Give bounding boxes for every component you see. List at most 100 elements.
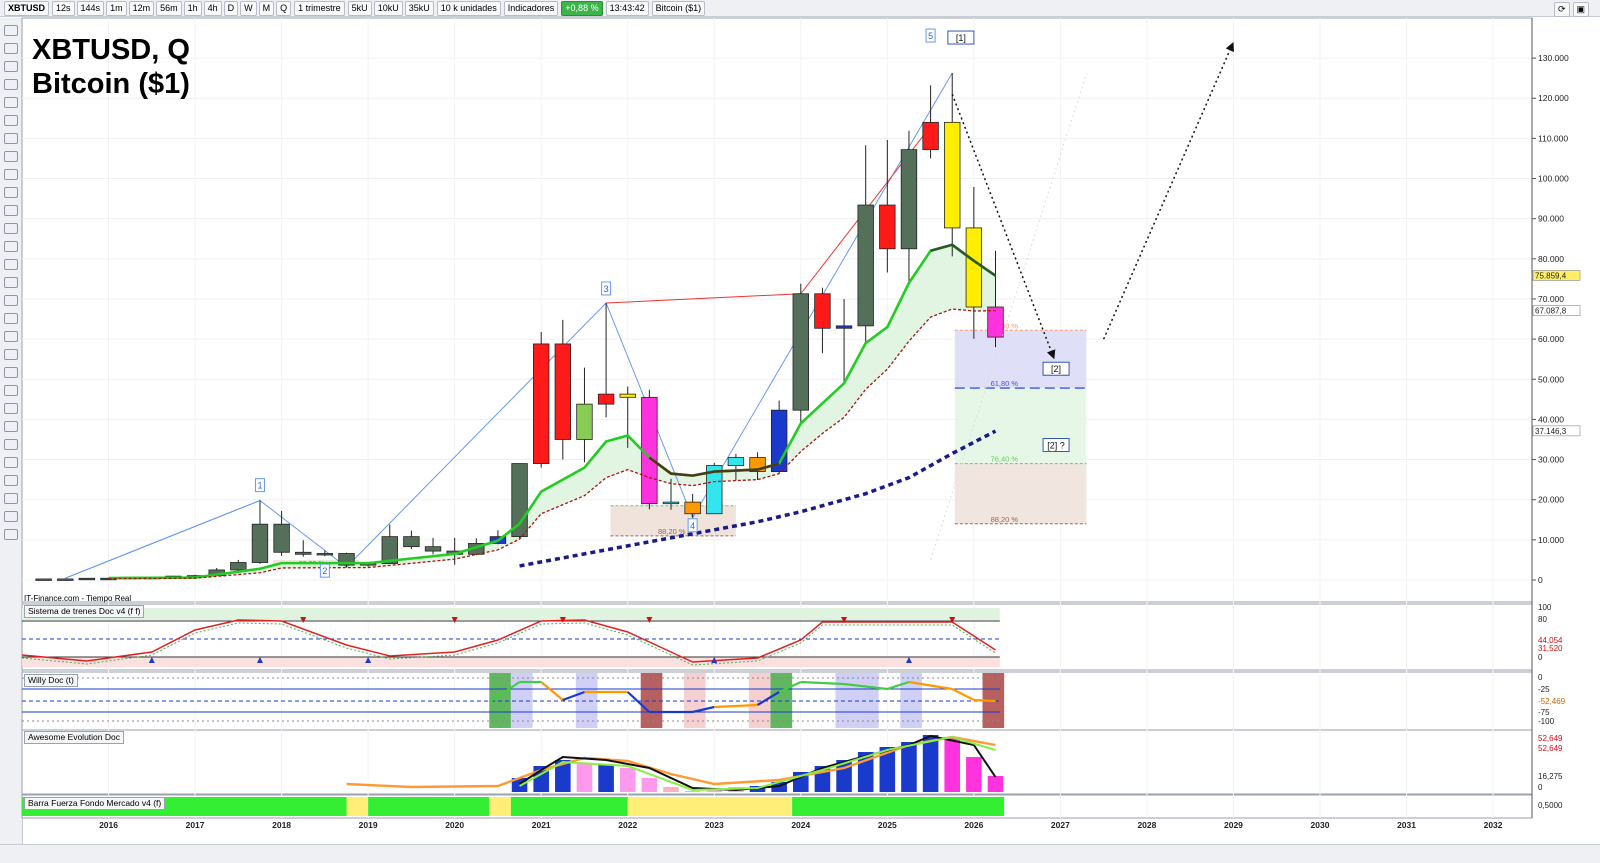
y-tick-label: 120.000 — [1538, 93, 1569, 103]
candle-body — [879, 204, 896, 250]
awesome-histogram-bar — [598, 765, 614, 792]
wave-label-text: [2] — [1051, 364, 1061, 374]
wave-label-text: 4 — [690, 521, 695, 531]
candle-body — [814, 293, 831, 329]
willy-level-label: -75 — [1538, 708, 1550, 717]
fib-level-label: 88,20 % — [991, 515, 1019, 524]
y-tick-label: 110.000 — [1538, 133, 1568, 143]
barra-level-label: 0,5000 — [1538, 801, 1563, 810]
pane-title-willy[interactable]: Willy Doc (t) — [24, 674, 78, 687]
willy-level-label: -100 — [1538, 717, 1555, 726]
candle-body — [662, 501, 680, 505]
y-tick-label: 60.000 — [1538, 334, 1564, 344]
fib-zone — [954, 388, 1087, 464]
y-tick-label: 70.000 — [1538, 294, 1564, 304]
x-tick-label: 2018 — [272, 820, 291, 830]
pane-title-trends[interactable]: Sistema de trenes Doc v4 (f f) — [24, 605, 145, 618]
x-tick-label: 2028 — [1137, 820, 1156, 830]
barra-segment-bottom — [627, 807, 793, 816]
candle-body — [251, 523, 269, 563]
y-tick-label: 50.000 — [1538, 374, 1564, 384]
x-tick-label: 2021 — [532, 820, 551, 830]
candle-body — [424, 546, 442, 552]
awesome-histogram-bar — [619, 768, 636, 792]
candle-body — [597, 393, 615, 405]
barra-segment-bottom — [510, 807, 628, 816]
barra-segment-bottom — [368, 807, 490, 816]
price-tag-label: 67.087,8 — [1535, 307, 1567, 316]
candle-body — [944, 121, 961, 229]
awesome-level-label: 52,649 — [1538, 744, 1563, 753]
pane-title-awesome[interactable]: Awesome Evolution Doc — [24, 731, 124, 744]
pane-title-barra[interactable]: Barra Fuerza Fondo Mercado v4 (f) — [24, 797, 166, 810]
candle-body — [316, 553, 334, 556]
wave-label-text: 3 — [604, 284, 609, 294]
trends-level-label: 80 — [1538, 615, 1547, 624]
trends-high-zone — [22, 608, 1000, 620]
y-tick-label: 90.000 — [1538, 214, 1564, 224]
bottom-status-bar — [0, 844, 1600, 863]
x-tick-label: 2031 — [1397, 820, 1416, 830]
x-tick-label: 2025 — [878, 820, 897, 830]
awesome-level-label: 16,275 — [1538, 772, 1563, 781]
willy-signal-band — [575, 673, 598, 728]
chart-title: XBTUSD, Q Bitcoin ($1) — [32, 33, 190, 101]
y-tick-label: 130.000 — [1538, 53, 1569, 63]
x-tick-label: 2022 — [618, 820, 637, 830]
x-tick-label: 2019 — [359, 820, 378, 830]
willy-line-segment — [973, 698, 996, 703]
y-tick-label: 10.000 — [1538, 535, 1564, 545]
awesome-histogram-bar — [576, 764, 593, 792]
barra-segment-bottom — [489, 807, 511, 816]
awesome-histogram-bar — [966, 757, 982, 792]
fib-level-label: 61,80 % — [991, 379, 1019, 388]
candle-body — [230, 562, 247, 571]
y-tick-label: 40.000 — [1538, 414, 1564, 424]
main-pane-frame — [21, 17, 1533, 603]
wave-label-text: [1] — [956, 33, 966, 43]
x-tick-label: 2020 — [445, 820, 464, 830]
trends-low-zone — [22, 657, 1000, 667]
candle-body — [727, 457, 745, 466]
barra-segment-top — [627, 797, 793, 807]
candle-body — [403, 536, 420, 548]
price-tag-label: 75.859,4 — [1535, 271, 1567, 280]
x-tick-label: 2027 — [1051, 820, 1070, 830]
candle-body — [684, 501, 701, 515]
candle-body — [295, 551, 312, 555]
candle-body — [619, 393, 636, 398]
candle-body — [965, 227, 983, 308]
wave-label-text: 1 — [257, 481, 262, 491]
candle-body — [857, 204, 874, 327]
awesome-level-label: 52,649 — [1538, 734, 1563, 743]
candle-body — [792, 293, 809, 411]
y-tick-label: 20.000 — [1538, 495, 1564, 505]
candle-body — [511, 463, 528, 538]
barra-segment-bottom — [792, 807, 1005, 816]
awesome-level-label: 0 — [1538, 783, 1543, 792]
awesome-histogram-bar — [944, 737, 961, 792]
x-tick-label: 2030 — [1311, 820, 1330, 830]
x-tick-label: 2032 — [1484, 820, 1503, 830]
chart-canvas[interactable]: 130.000120.000110.000100.00090.00080.000… — [0, 0, 1600, 862]
wave-label-text: [2] ? — [1047, 441, 1065, 451]
candle-body — [533, 343, 550, 464]
awesome-histogram-bar — [922, 735, 939, 792]
price-tag-label: 37.146,3 — [1535, 427, 1567, 436]
willy-level-label: 0 — [1538, 673, 1543, 682]
candle-body — [78, 577, 96, 581]
trends-level-label: 31,520 — [1538, 644, 1563, 653]
fib-zone — [954, 330, 1087, 389]
chart-title-instrument: Bitcoin ($1) — [32, 68, 190, 100]
awesome-histogram-bar — [901, 742, 917, 792]
awesome-histogram-bar — [641, 778, 658, 792]
candle-body — [900, 149, 918, 250]
barra-segment-top — [368, 797, 490, 807]
candle-body — [554, 343, 572, 440]
barra-segment-top — [346, 797, 369, 807]
wave-label-text: 5 — [928, 31, 933, 41]
candle-body — [35, 578, 52, 581]
candle-body — [987, 306, 1004, 338]
x-tick-label: 2017 — [186, 820, 205, 830]
awesome-histogram-bar — [987, 776, 1004, 792]
